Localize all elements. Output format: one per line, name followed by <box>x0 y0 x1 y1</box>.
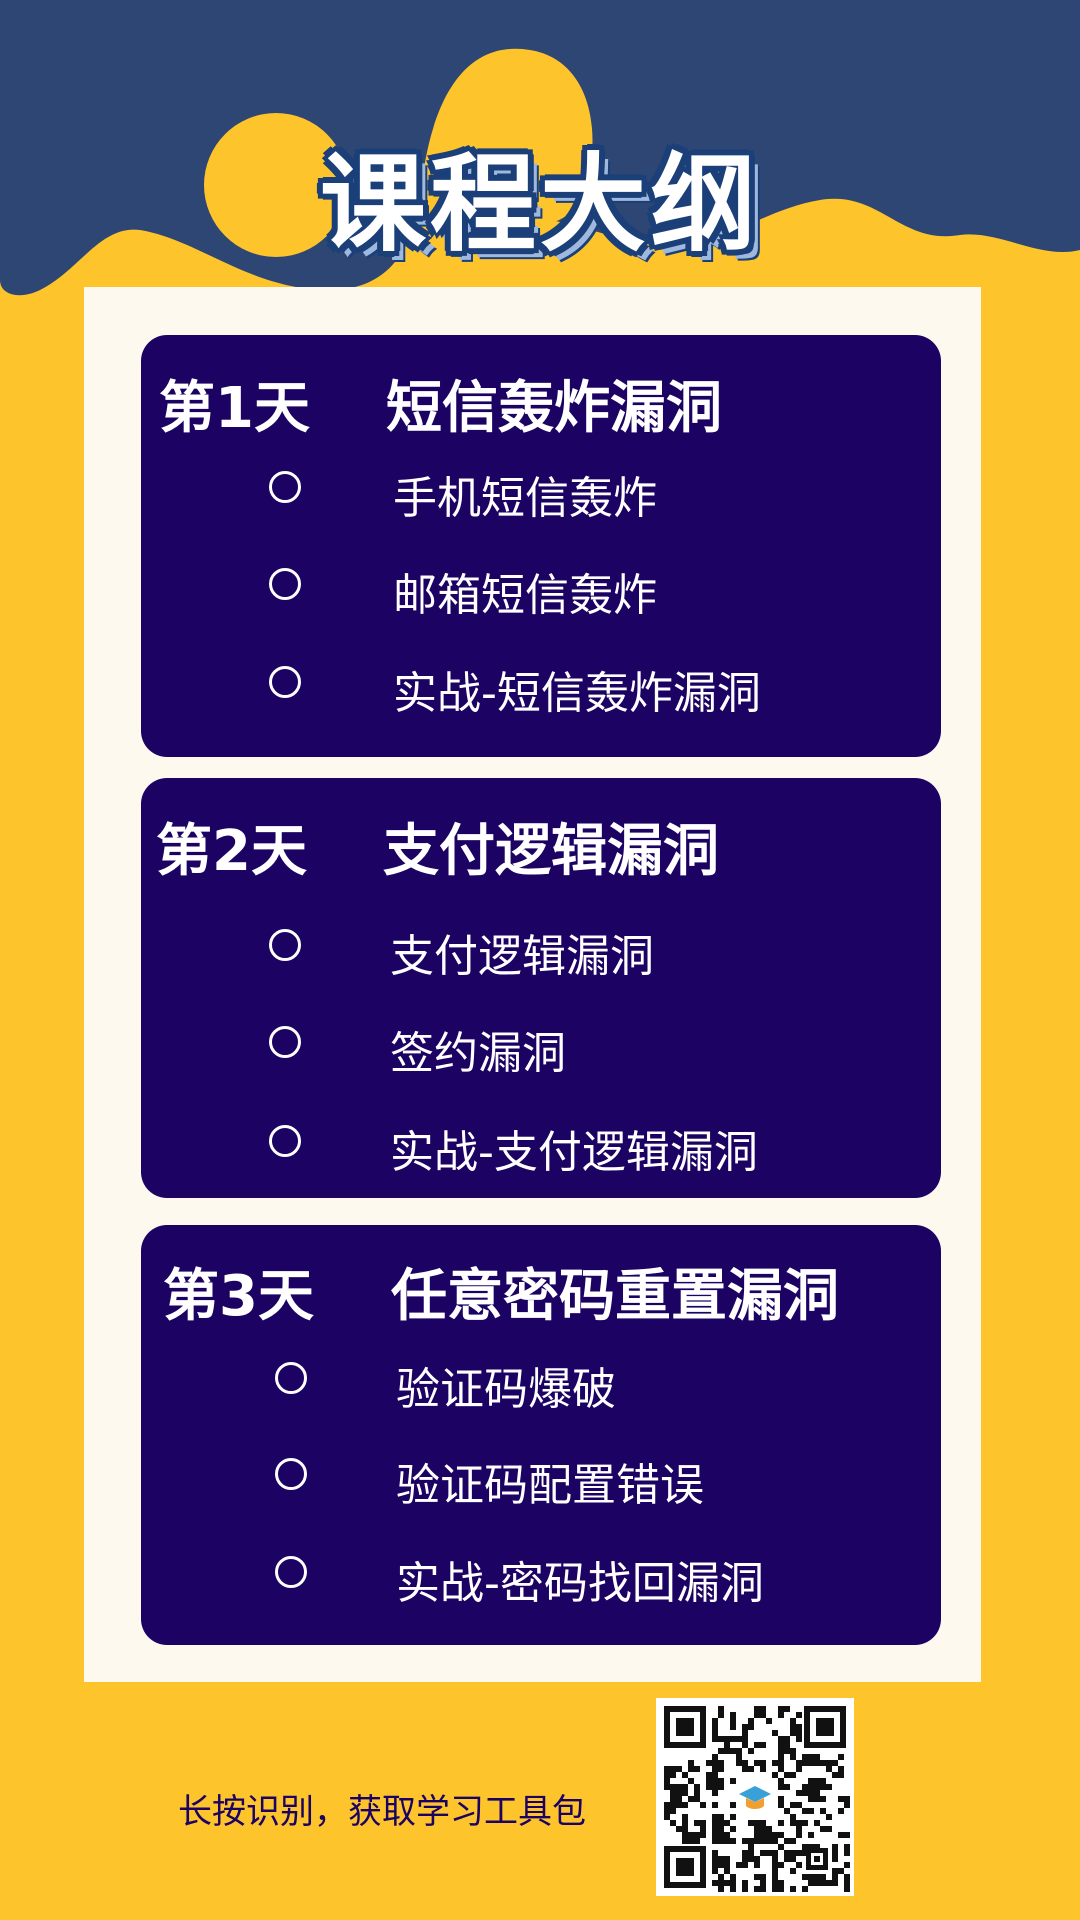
circle-bullet-icon <box>269 568 301 600</box>
circle-bullet-icon <box>269 666 301 698</box>
circle-bullet-icon <box>269 471 301 503</box>
list-item: 实战-支付逻辑漏洞 <box>390 1127 758 1178</box>
qr-code-icon[interactable] <box>656 1698 854 1896</box>
list-item: 支付逻辑漏洞 <box>390 931 654 982</box>
circle-bullet-icon <box>275 1458 307 1490</box>
day-topic: 任意密码重置漏洞 <box>391 1264 839 1329</box>
day-topic: 支付逻辑漏洞 <box>383 819 719 884</box>
page-title: 课程大纲 <box>320 143 760 266</box>
footer-caption: 长按识别，获取学习工具包 <box>178 1792 586 1832</box>
list-item: 验证码配置错误 <box>396 1460 704 1511</box>
circle-bullet-icon <box>275 1556 307 1588</box>
circle-bullet-icon <box>275 1362 307 1394</box>
day-label: 第2天 <box>156 819 307 884</box>
circle-bullet-icon <box>269 929 301 961</box>
day-topic: 短信轰炸漏洞 <box>386 376 722 441</box>
list-item: 实战-密码找回漏洞 <box>396 1558 764 1609</box>
list-item: 签约漏洞 <box>390 1028 566 1079</box>
day-label: 第1天 <box>159 376 310 441</box>
day-card-1: 第1天 短信轰炸漏洞 手机短信轰炸 邮箱短信轰炸 实战-短信轰炸漏洞 <box>141 335 941 757</box>
list-item: 实战-短信轰炸漏洞 <box>393 668 761 719</box>
list-item: 邮箱短信轰炸 <box>393 570 657 621</box>
circle-bullet-icon <box>269 1125 301 1157</box>
day-card-2: 第2天 支付逻辑漏洞 支付逻辑漏洞 签约漏洞 实战-支付逻辑漏洞 <box>141 778 941 1198</box>
list-item: 手机短信轰炸 <box>393 473 657 524</box>
day-card-3: 第3天 任意密码重置漏洞 验证码爆破 验证码配置错误 实战-密码找回漏洞 <box>141 1225 941 1645</box>
list-item: 验证码爆破 <box>396 1364 616 1415</box>
circle-bullet-icon <box>269 1026 301 1058</box>
day-label: 第3天 <box>163 1264 314 1329</box>
